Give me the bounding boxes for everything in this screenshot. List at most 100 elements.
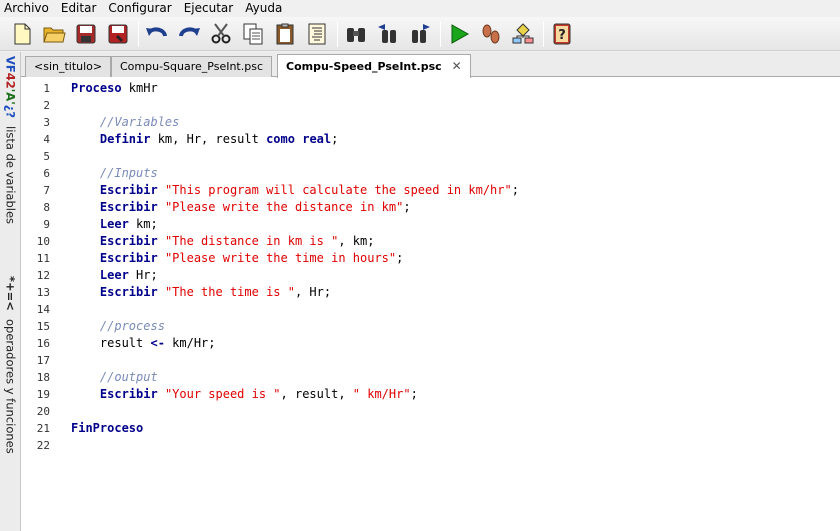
save-as-button[interactable] xyxy=(104,20,132,48)
tab-label: Compu-Square_PseInt.psc xyxy=(120,60,263,73)
run-icon xyxy=(451,23,470,44)
tab-compu-square[interactable]: Compu-Square_PseInt.psc xyxy=(111,56,272,77)
line-number: 2 xyxy=(43,99,50,112)
cut-icon xyxy=(211,22,231,43)
indent-button[interactable] xyxy=(303,20,331,48)
code-line: Escribir "The distance in km is ", km; xyxy=(71,233,375,250)
code-token: "Please write the time in hours" xyxy=(164,251,397,265)
code-line: //output xyxy=(71,369,158,386)
menu-archivo[interactable]: Archivo xyxy=(0,0,55,17)
toolbar: ? xyxy=(0,17,840,51)
line-number: 16 xyxy=(36,337,50,350)
find-icon xyxy=(347,27,365,42)
operators-icon: *+=< xyxy=(3,276,18,311)
save-button[interactable] xyxy=(72,20,100,48)
code-line: Escribir "Please write the distance in k… xyxy=(71,199,411,216)
line-number: 1 xyxy=(43,82,50,95)
menu-editar[interactable]: Editar xyxy=(55,0,103,17)
paste-button[interactable] xyxy=(271,20,299,48)
line-number: 19 xyxy=(36,388,50,401)
new-file-icon xyxy=(14,23,31,44)
side-panel: VF42'A'¿? lista de variables *+=< operad… xyxy=(0,52,21,531)
variables-list-label: lista de variables xyxy=(3,125,18,224)
code-token: "Your speed is " xyxy=(164,387,281,401)
variables-list-tab[interactable]: VF42'A'¿? lista de variables xyxy=(0,56,21,224)
code-token: ; xyxy=(410,387,418,401)
line-number: 20 xyxy=(36,405,50,418)
line-number: 7 xyxy=(43,184,50,197)
line-number: 9 xyxy=(43,218,50,231)
toolbar-separator xyxy=(138,20,139,47)
tab-sin-titulo[interactable]: <sin_titulo> xyxy=(25,56,112,77)
line-number: 18 xyxy=(36,371,50,384)
code-token: "The the time is " xyxy=(164,285,295,299)
line-number: 22 xyxy=(36,439,50,452)
undo-icon xyxy=(146,26,167,36)
code-line: Leer km; xyxy=(71,216,158,233)
copy-button[interactable] xyxy=(239,20,267,48)
code-token: kmHr xyxy=(121,81,158,95)
run-button[interactable] xyxy=(445,20,473,48)
help-button[interactable]: ? xyxy=(548,20,576,48)
code-token: km, Hr, result xyxy=(150,132,267,146)
code-token: //process xyxy=(71,319,165,333)
menu-ejecutar[interactable]: Ejecutar xyxy=(178,0,240,17)
step-by-step-button[interactable] xyxy=(477,20,505,48)
step-by-step-icon xyxy=(482,24,500,43)
code-token: ; xyxy=(511,183,519,197)
code-line: Escribir "This program will calculate th… xyxy=(71,182,519,199)
code-line: //Inputs xyxy=(71,165,158,182)
find-previous-icon xyxy=(378,23,396,43)
code-token: //Variables xyxy=(71,115,180,129)
code-line: Escribir "The the time is ", Hr; xyxy=(71,284,331,301)
tab-label: <sin_titulo> xyxy=(34,60,103,73)
code-token: //Inputs xyxy=(71,166,158,180)
code-line: Leer Hr; xyxy=(71,267,158,284)
variables-icon: VF42'A'¿? xyxy=(3,56,18,119)
code-line: Escribir "Your speed is ", result, " km/… xyxy=(71,386,418,403)
code-line: result <- km/Hr; xyxy=(71,335,216,352)
line-number: 10 xyxy=(36,235,50,248)
operators-tab[interactable]: *+=< operadores y funciones xyxy=(0,276,21,453)
find-button[interactable] xyxy=(342,20,370,48)
code-line: //process xyxy=(71,318,165,335)
find-next-button[interactable] xyxy=(406,20,434,48)
code-token: " km/Hr" xyxy=(352,387,411,401)
code-token: Hr; xyxy=(128,268,158,282)
code-token: km; xyxy=(128,217,158,231)
operators-label: operadores y funciones xyxy=(3,318,18,454)
find-previous-button[interactable] xyxy=(374,20,402,48)
toolbar-separator xyxy=(543,20,544,47)
code-token: ; xyxy=(403,200,411,214)
line-number: 12 xyxy=(36,269,50,282)
close-tab-icon[interactable]: ✕ xyxy=(452,55,462,77)
find-next-icon xyxy=(412,23,430,43)
open-folder-icon xyxy=(43,27,66,42)
toolbar-separator xyxy=(337,20,338,47)
svg-text:?: ? xyxy=(558,28,566,43)
cut-button[interactable] xyxy=(207,20,235,48)
paste-icon xyxy=(276,23,294,44)
new-file-button[interactable] xyxy=(8,20,36,48)
code-editor[interactable]: 1 2 3 4 5 6 7 8 9 10 11 12 13 14 15 16 17 18 19 20 21 22 Proc… xyxy=(21,77,840,531)
tab-compu-speed[interactable]: Compu-Speed_PseInt.psc ✕ xyxy=(277,54,471,78)
redo-button[interactable] xyxy=(175,20,203,48)
code-token: Leer xyxy=(99,217,129,231)
menu-configurar[interactable]: Configurar xyxy=(102,0,177,17)
undo-button[interactable] xyxy=(143,20,171,48)
code-token: Escribir xyxy=(99,251,158,265)
code-line: Escribir "Please write the time in hours… xyxy=(71,250,403,267)
open-button[interactable] xyxy=(40,20,68,48)
line-number: 14 xyxy=(36,303,50,316)
code-token: result xyxy=(71,336,151,350)
help-icon: ? xyxy=(553,23,571,44)
flowchart-button[interactable] xyxy=(509,20,537,48)
tab-label: Compu-Speed_PseInt.psc xyxy=(286,60,442,73)
code-token: Definir xyxy=(99,132,151,146)
menu-ayuda[interactable]: Ayuda xyxy=(239,0,288,17)
line-number: 3 xyxy=(43,116,50,129)
